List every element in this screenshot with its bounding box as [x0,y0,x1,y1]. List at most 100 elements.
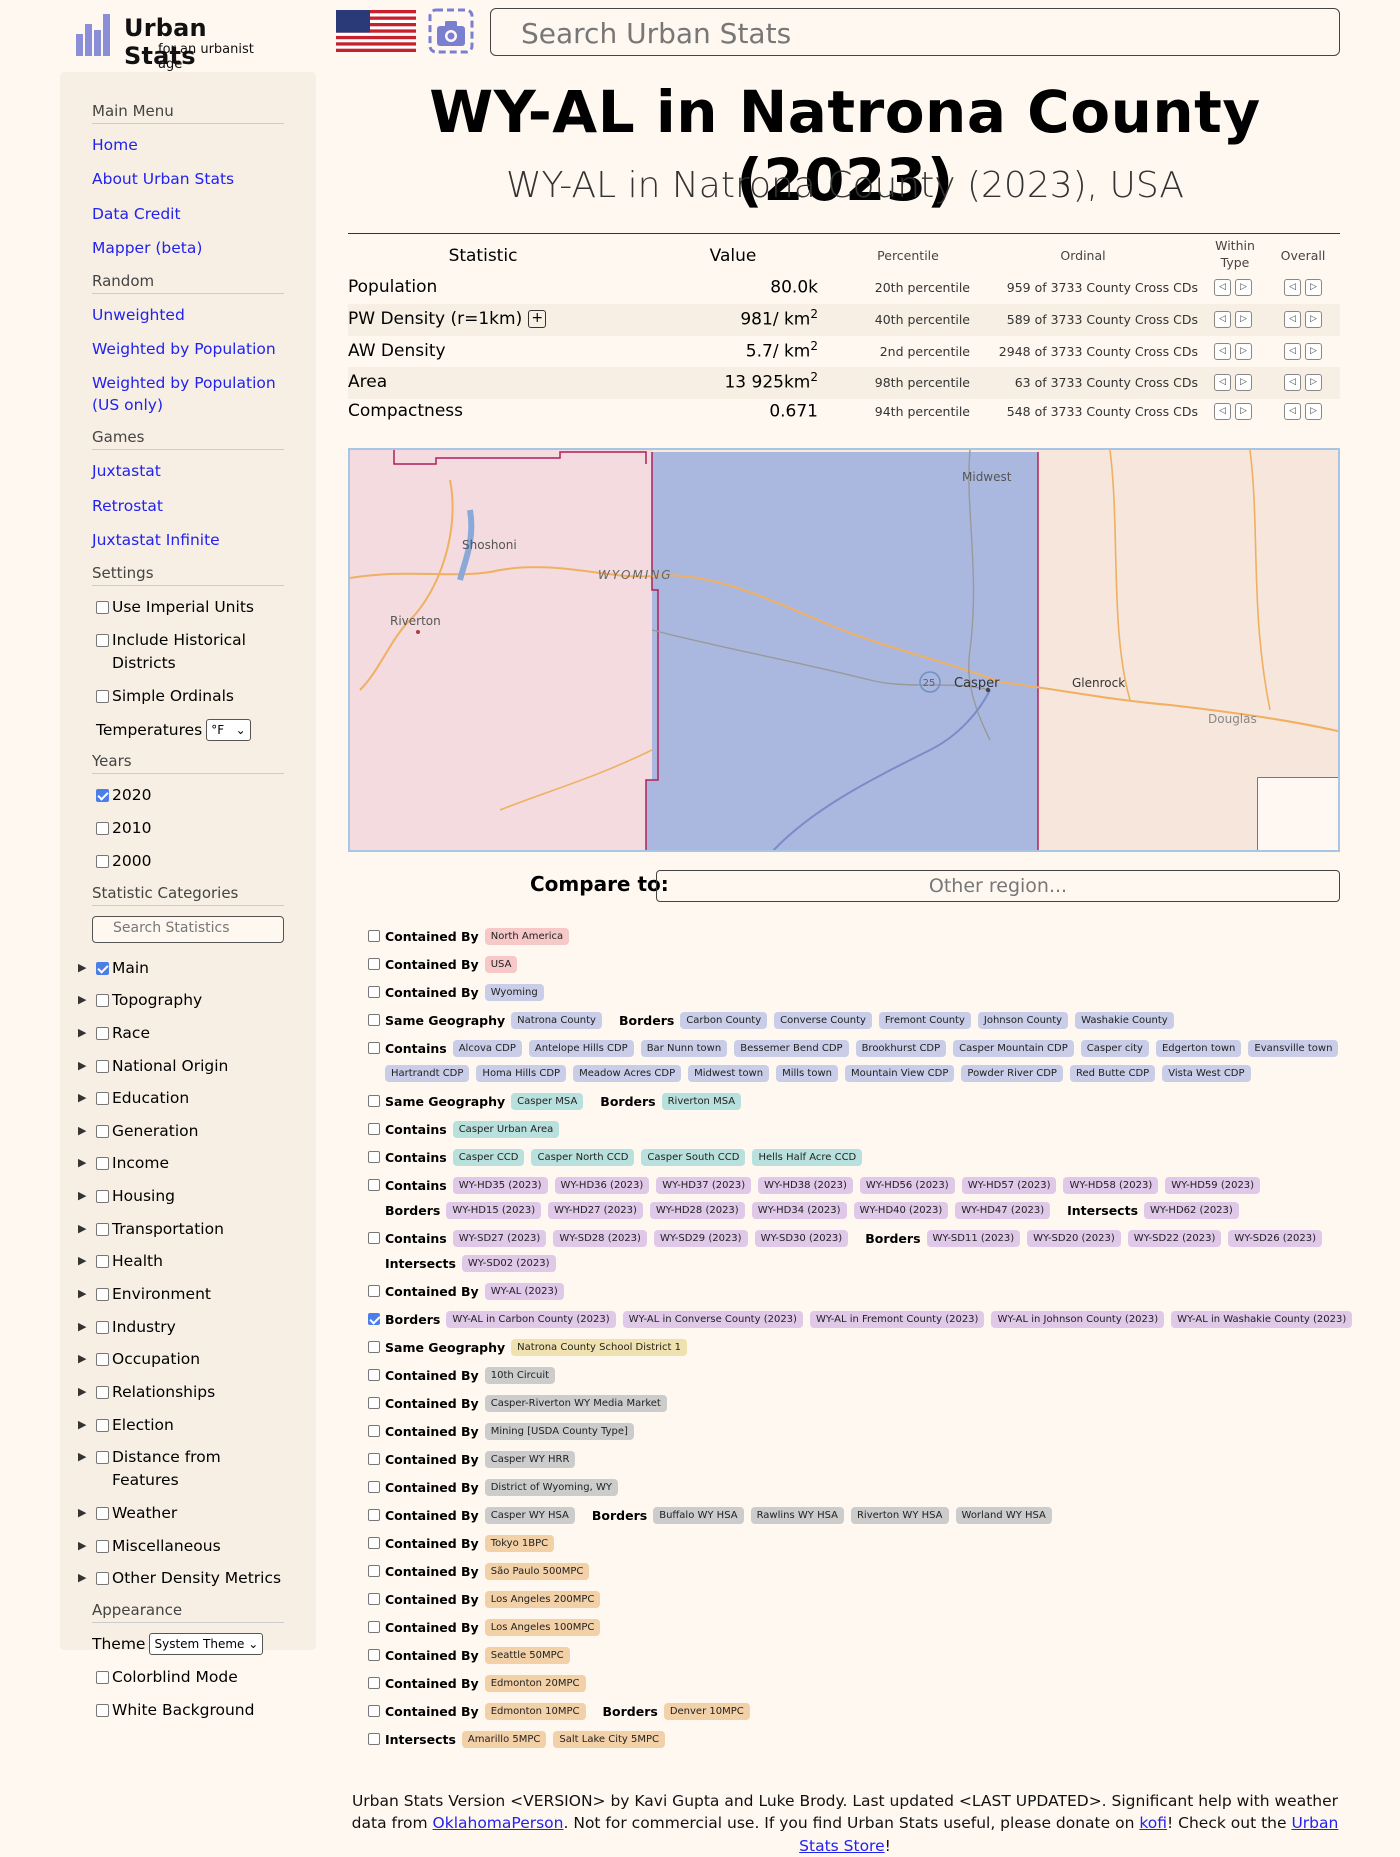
related-region-link[interactable]: WY-SD27 (2023) [452,1229,547,1247]
related-region-link[interactable]: WY-HD34 (2023) [751,1201,847,1219]
temperature-select[interactable]: °F ⌄ [206,718,251,741]
related-region-link[interactable]: North America [484,927,570,945]
related-region-link[interactable]: Los Angeles 100MPC [484,1618,601,1636]
expand-triangle-icon[interactable]: ▶ [78,1417,86,1434]
expand-triangle-icon[interactable]: ▶ [78,1449,86,1466]
related-region-link[interactable]: WY-AL in Johnson County (2023) [991,1310,1165,1328]
related-region-link[interactable]: WY-HD35 (2023) [452,1176,548,1194]
expand-triangle-icon[interactable]: ▶ [78,1123,86,1140]
related-region-link[interactable]: Casper city [1080,1039,1149,1057]
screenshot-camera-icon[interactable] [428,8,474,54]
related-region-link[interactable]: Riverton WY HSA [850,1506,949,1524]
overall-prev-button[interactable]: ◁ [1284,343,1301,360]
related-region-link[interactable]: WY-HD40 (2023) [853,1201,949,1219]
relationship-checkbox[interactable] [368,1042,380,1054]
category-toggle[interactable]: ▶ Miscellaneous [78,1535,284,1558]
related-region-link[interactable]: Alcova CDP [452,1039,522,1057]
relationship-checkbox[interactable] [368,1705,380,1717]
overall-next-button[interactable]: ▷ [1305,311,1322,328]
related-region-link[interactable]: Antelope Hills CDP [528,1039,634,1057]
relationship-checkbox[interactable] [368,930,380,942]
appearance-toggle[interactable]: White Background [92,1699,284,1722]
related-region-link[interactable]: WY-HD56 (2023) [859,1176,955,1194]
within-type-prev-button[interactable]: ◁ [1214,279,1231,296]
checkbox[interactable] [96,1539,109,1553]
category-toggle[interactable]: ▶ Education [78,1087,284,1110]
category-toggle[interactable]: ▶ Housing [78,1185,284,1208]
year-toggle[interactable]: 2010 [92,817,284,840]
related-region-link[interactable]: WY-HD36 (2023) [554,1176,650,1194]
related-region-link[interactable]: Fremont County [878,1011,971,1029]
expand-triangle-icon[interactable]: ▶ [78,1188,86,1205]
related-region-link[interactable]: Riverton MSA [661,1092,742,1110]
related-region-link[interactable]: WY-SD30 (2023) [754,1229,849,1247]
category-toggle[interactable]: ▶ Generation [78,1120,284,1143]
relationship-checkbox[interactable] [368,1677,380,1689]
checkbox[interactable] [96,1190,109,1204]
expand-triangle-icon[interactable]: ▶ [78,1221,86,1238]
expand-triangle-icon[interactable]: ▶ [78,1570,86,1587]
related-region-link[interactable]: Washakie County [1075,1011,1174,1029]
relationship-checkbox[interactable] [368,1481,380,1493]
checkbox[interactable] [96,1418,109,1432]
menu-mapper-link[interactable]: Mapper (beta) [92,237,284,259]
category-toggle[interactable]: ▶ Distance from Features [78,1446,284,1493]
related-region-link[interactable]: Casper North CCD [531,1148,635,1166]
setting-toggle[interactable]: Use Imperial Units [92,596,284,619]
related-region-link[interactable]: Casper MSA [511,1092,584,1110]
related-region-link[interactable]: Salt Lake City 5MPC [553,1730,665,1748]
related-region-link[interactable]: Edmonton 20MPC [484,1674,586,1692]
relationship-checkbox[interactable] [368,958,380,970]
relationship-checkbox[interactable] [368,1179,380,1191]
category-toggle[interactable]: ▶ Topography [78,989,284,1012]
checkbox[interactable] [96,855,109,869]
related-region-link[interactable]: WY-AL in Fremont County (2023) [809,1310,985,1328]
category-toggle[interactable]: ▶ Income [78,1152,284,1175]
checkbox[interactable] [96,1704,109,1718]
logo[interactable]: Urban Stats for an urbanist age [76,8,276,72]
related-region-link[interactable]: Edgerton town [1155,1039,1242,1057]
related-region-link[interactable]: Casper-Riverton WY Media Market [484,1394,667,1412]
within-type-next-button[interactable]: ▷ [1235,374,1252,391]
related-region-link[interactable]: WY-SD02 (2023) [461,1254,556,1272]
category-toggle[interactable]: ▶ Occupation [78,1348,284,1371]
checkbox[interactable] [96,788,109,802]
relationship-checkbox[interactable] [368,1095,380,1107]
related-region-link[interactable]: WY-HD62 (2023) [1144,1201,1239,1219]
expand-triangle-icon[interactable]: ▶ [78,1351,86,1368]
related-region-link[interactable]: WY-SD20 (2023) [1027,1229,1121,1247]
category-toggle[interactable]: ▶ Race [78,1022,284,1045]
expand-triangle-icon[interactable]: ▶ [78,1058,86,1075]
relationship-checkbox[interactable] [368,1369,380,1381]
relationship-checkbox[interactable] [368,1453,380,1465]
checkbox[interactable] [96,1157,109,1171]
related-region-link[interactable]: Midwest town [688,1064,770,1082]
checkbox[interactable] [96,1451,109,1465]
checkbox[interactable] [96,633,109,647]
checkbox[interactable] [96,1124,109,1138]
overall-prev-button[interactable]: ◁ [1284,311,1301,328]
statistic-search-input[interactable]: Search Statistics [92,915,284,943]
setting-toggle[interactable]: Include Historical Districts [92,629,284,676]
checkbox[interactable] [96,961,109,975]
relationship-checkbox[interactable] [368,1397,380,1409]
checkbox[interactable] [96,600,109,614]
expand-triangle-icon[interactable]: ▶ [78,1384,86,1401]
related-region-link[interactable]: WY-SD29 (2023) [653,1229,748,1247]
theme-select[interactable]: System Theme ⌄ [149,1632,264,1655]
related-region-link[interactable]: WY-HD59 (2023) [1165,1176,1261,1194]
related-region-link[interactable]: WY-HD15 (2023) [446,1201,542,1219]
related-region-link[interactable]: Buffalo WY HSA [653,1506,744,1524]
related-region-link[interactable]: Wyoming [484,983,544,1001]
within-type-next-button[interactable]: ▷ [1235,311,1252,328]
related-region-link[interactable]: Amarillo 5MPC [461,1730,547,1748]
statistic-name-text[interactable]: PW Density (r=1km) [348,309,522,329]
expand-triangle-icon[interactable]: ▶ [78,1090,86,1107]
relationship-checkbox[interactable] [368,1313,380,1325]
category-toggle[interactable]: ▶ Election [78,1414,284,1437]
checkbox[interactable] [96,1255,109,1269]
category-toggle[interactable]: ▶ Main [78,957,284,980]
statistic-name-text[interactable]: Compactness [348,401,463,421]
menu-home-link[interactable]: Home [92,134,284,156]
related-region-link[interactable]: Hartrandt CDP [385,1064,470,1082]
